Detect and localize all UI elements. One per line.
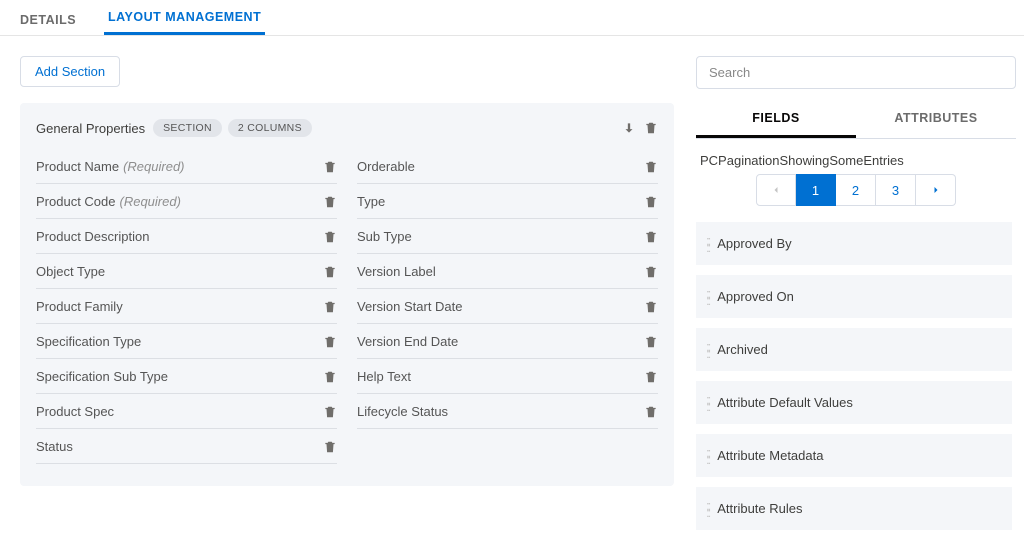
- field-row[interactable]: Orderable: [357, 149, 658, 184]
- drag-handle-icon[interactable]: ::::: [706, 502, 709, 516]
- field-row[interactable]: Version Start Date: [357, 289, 658, 324]
- field-row[interactable]: Product Name (Required): [36, 149, 337, 184]
- page-prev-button: [756, 174, 796, 206]
- available-field-label: Attribute Rules: [717, 501, 802, 516]
- field-label: Help Text: [357, 369, 411, 384]
- available-field-label: Attribute Default Values: [717, 395, 853, 410]
- field-label: Product Spec: [36, 404, 114, 419]
- badge-section: Section: [153, 119, 222, 137]
- required-suffix: (Required): [120, 194, 181, 209]
- section-card: General Properties Section 2 Columns Pro…: [20, 103, 674, 486]
- search-input[interactable]: [696, 56, 1016, 89]
- layout-canvas: Add Section General Properties Section 2…: [20, 56, 678, 557]
- drag-handle-icon[interactable]: ::::: [706, 237, 709, 251]
- available-field-label: Approved By: [717, 236, 791, 251]
- available-fields-list: ::::Approved By::::Approved On::::Archiv…: [696, 222, 1016, 557]
- field-label: Type: [357, 194, 385, 209]
- pagination: 123: [696, 174, 1016, 206]
- tab-fields[interactable]: Fields: [696, 101, 856, 138]
- field-row[interactable]: Object Type: [36, 254, 337, 289]
- section-title: General Properties: [36, 121, 145, 136]
- delete-field-icon[interactable]: [644, 300, 658, 314]
- available-field[interactable]: ::::Attribute Rules: [696, 487, 1012, 530]
- field-label: Sub Type: [357, 229, 412, 244]
- page-next-button[interactable]: [916, 174, 956, 206]
- section-column-2: Orderable Type Sub Type Version Label Versio…: [357, 149, 658, 464]
- available-field[interactable]: ::::Archived: [696, 328, 1012, 371]
- page-button-2[interactable]: 2: [836, 174, 876, 206]
- field-row[interactable]: Help Text: [357, 359, 658, 394]
- delete-field-icon[interactable]: [644, 230, 658, 244]
- delete-field-icon[interactable]: [323, 405, 337, 419]
- tab-layout-management[interactable]: Layout Management: [104, 2, 265, 35]
- field-row[interactable]: Sub Type: [357, 219, 658, 254]
- pagination-label: PCPaginationShowingSomeEntries: [700, 153, 1016, 168]
- delete-field-icon[interactable]: [323, 265, 337, 279]
- available-field-label: Attribute Metadata: [717, 448, 823, 463]
- delete-field-icon[interactable]: [644, 370, 658, 384]
- available-field[interactable]: ::::Approved On: [696, 275, 1012, 318]
- page-button-3[interactable]: 3: [876, 174, 916, 206]
- drag-handle-icon[interactable]: ::::: [706, 343, 709, 357]
- field-row[interactable]: Type: [357, 184, 658, 219]
- drag-handle-icon[interactable]: ::::: [706, 449, 709, 463]
- delete-field-icon[interactable]: [323, 335, 337, 349]
- field-label: Specification Sub Type: [36, 369, 168, 384]
- delete-field-icon[interactable]: [644, 195, 658, 209]
- field-row[interactable]: Status: [36, 429, 337, 464]
- field-label: Version Label: [357, 264, 436, 279]
- page-button-1[interactable]: 1: [796, 174, 836, 206]
- field-label: Product Description: [36, 229, 149, 244]
- add-section-button[interactable]: Add Section: [20, 56, 120, 87]
- top-tabs: Details Layout Management: [0, 0, 1024, 36]
- field-row[interactable]: Product Family: [36, 289, 337, 324]
- field-row[interactable]: Product Code (Required): [36, 184, 337, 219]
- sidebar: Fields Attributes PCPaginationShowingSom…: [696, 56, 1016, 557]
- required-suffix: (Required): [123, 159, 184, 174]
- field-label: Version End Date: [357, 334, 458, 349]
- delete-section-icon[interactable]: [644, 121, 658, 135]
- available-field[interactable]: ::::Attribute Default Values: [696, 381, 1012, 424]
- badge-columns: 2 Columns: [228, 119, 312, 137]
- field-label: Status: [36, 439, 73, 454]
- field-label: Product Name: [36, 159, 119, 174]
- delete-field-icon[interactable]: [323, 440, 337, 454]
- delete-field-icon[interactable]: [644, 265, 658, 279]
- tab-attributes[interactable]: Attributes: [856, 101, 1016, 138]
- delete-field-icon[interactable]: [323, 230, 337, 244]
- field-row[interactable]: Version End Date: [357, 324, 658, 359]
- section-column-1: Product Name (Required) Product Code (Requi…: [36, 149, 337, 464]
- delete-field-icon[interactable]: [323, 300, 337, 314]
- delete-field-icon[interactable]: [323, 160, 337, 174]
- field-label: Version Start Date: [357, 299, 463, 314]
- field-row[interactable]: Product Description: [36, 219, 337, 254]
- delete-field-icon[interactable]: [323, 195, 337, 209]
- field-label: Specification Type: [36, 334, 141, 349]
- field-row[interactable]: Specification Type: [36, 324, 337, 359]
- drag-handle-icon[interactable]: ::::: [706, 396, 709, 410]
- field-row[interactable]: Lifecycle Status: [357, 394, 658, 429]
- available-field[interactable]: ::::Approved By: [696, 222, 1012, 265]
- delete-field-icon[interactable]: [644, 335, 658, 349]
- field-row[interactable]: Version Label: [357, 254, 658, 289]
- available-field[interactable]: ::::Attribute Metadata: [696, 434, 1012, 477]
- field-label: Product Code: [36, 194, 116, 209]
- field-label: Object Type: [36, 264, 105, 279]
- delete-field-icon[interactable]: [644, 160, 658, 174]
- field-label: Lifecycle Status: [357, 404, 448, 419]
- field-row[interactable]: Product Spec: [36, 394, 337, 429]
- field-label: Product Family: [36, 299, 123, 314]
- drag-handle-icon[interactable]: ::::: [706, 290, 709, 304]
- move-down-icon[interactable]: [622, 121, 636, 135]
- available-field-label: Approved On: [717, 289, 794, 304]
- tab-details[interactable]: Details: [16, 5, 80, 35]
- delete-field-icon[interactable]: [644, 405, 658, 419]
- available-field-label: Archived: [717, 342, 768, 357]
- delete-field-icon[interactable]: [323, 370, 337, 384]
- field-row[interactable]: Specification Sub Type: [36, 359, 337, 394]
- field-label: Orderable: [357, 159, 415, 174]
